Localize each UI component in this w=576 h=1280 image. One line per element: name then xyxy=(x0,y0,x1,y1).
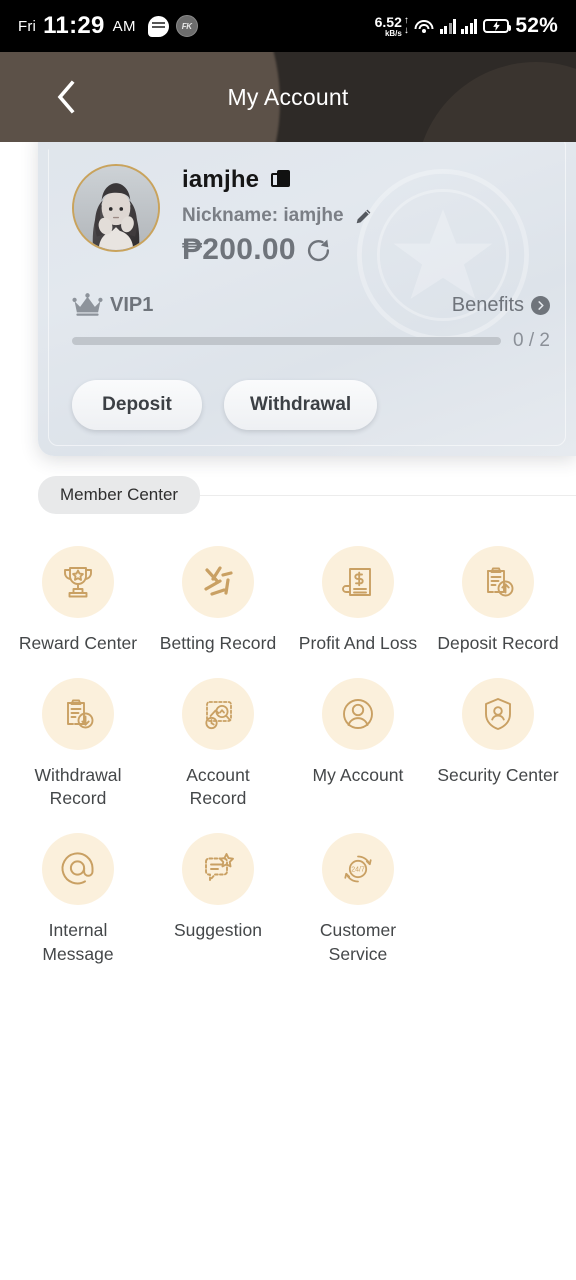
chart-magnifier-clock-icon xyxy=(182,677,254,750)
vip-progress-row: 0 / 2 xyxy=(72,330,576,352)
tile-betting-record[interactable]: Betting Record xyxy=(148,546,288,656)
clipboard-down-arrow-icon xyxy=(42,677,114,750)
vip-level: VIP1 xyxy=(110,293,154,316)
tile-withdrawal-record[interactable]: Withdrawal Record xyxy=(8,677,148,811)
tile-label: Withdrawal Record xyxy=(34,764,122,809)
identity-row: iamjhe Nickname: iamjhe ₱200.00 xyxy=(72,164,576,267)
tile-account-record[interactable]: Account Record xyxy=(148,677,288,811)
network-speed-values: 6.52 kB/s xyxy=(375,15,402,38)
network-speed-value: 6.52 xyxy=(374,13,402,30)
tile-security-center[interactable]: Security Center xyxy=(428,677,568,811)
chevron-left-icon xyxy=(57,80,75,114)
chat-bubble-icon xyxy=(147,15,169,37)
chevron-right-circle-icon xyxy=(531,295,550,315)
balance-amount: ₱200.00 xyxy=(182,233,296,266)
tile-profit-and-loss[interactable]: Profit And Loss xyxy=(288,546,428,656)
refresh-icon[interactable] xyxy=(306,238,331,263)
status-bar-left: Fri 11:29 AM FK xyxy=(18,12,198,40)
tile-label: Suggestion xyxy=(173,919,263,940)
tile-label: My Account xyxy=(312,764,404,785)
tab-member-center[interactable]: Member Center xyxy=(38,476,201,514)
tile-label: Betting Record xyxy=(159,633,277,653)
copy-icon[interactable] xyxy=(271,169,291,191)
crown-icon xyxy=(72,293,103,316)
trophy-icon xyxy=(42,546,114,618)
signal-bars-icon xyxy=(439,18,478,34)
battery-percent: 52% xyxy=(515,14,558,37)
at-sign-icon xyxy=(42,832,114,905)
chat-star-icon xyxy=(182,832,254,905)
tile-label: Deposit Record xyxy=(437,633,559,653)
tile-label: Internal Message xyxy=(42,919,114,964)
vip-row: VIP1 Benefits xyxy=(72,293,576,317)
person-circle-icon xyxy=(322,677,394,750)
username: iamjhe xyxy=(182,166,260,193)
pencil-icon[interactable] xyxy=(355,208,372,225)
member-center-section: Member Center Reward Center Betting Reco… xyxy=(0,456,576,967)
tile-label: Security Center xyxy=(437,764,559,785)
network-speed-unit: kB/s xyxy=(384,28,402,38)
betting-sticks-icon xyxy=(182,546,254,618)
network-arrows-icon: ↑ ↓ xyxy=(403,15,409,37)
section-divider xyxy=(200,494,576,496)
back-button[interactable] xyxy=(38,69,94,125)
benefits-label: Benefits xyxy=(451,293,524,316)
document-dollar-icon xyxy=(322,546,394,618)
status-day: Fri xyxy=(18,17,37,35)
avatar[interactable] xyxy=(72,164,160,252)
benefits-link[interactable]: Benefits xyxy=(452,294,550,317)
app-header: My Account xyxy=(0,52,576,142)
tile-label: Reward Center xyxy=(18,633,138,653)
identity-text: iamjhe Nickname: iamjhe ₱200.00 xyxy=(182,164,372,267)
clipboard-up-arrow-icon xyxy=(462,546,534,618)
status-time: 11:29 xyxy=(43,12,105,39)
shield-person-icon xyxy=(462,677,534,750)
tile-suggestion[interactable]: Suggestion xyxy=(148,832,288,966)
tile-deposit-record[interactable]: Deposit Record xyxy=(428,546,568,656)
support-247-icon: 24/7 xyxy=(322,832,394,905)
status-bar: Fri 11:29 AM FK 6.52 kB/s ↑ ↓ 52% xyxy=(0,0,576,52)
battery-charging-icon xyxy=(483,19,512,33)
tile-label: Customer Service xyxy=(319,919,397,964)
vip-progress-bar xyxy=(72,337,502,345)
profile-card-zone: iamjhe Nickname: iamjhe ₱200.00 VIP1 Ben… xyxy=(0,126,576,456)
tile-my-account[interactable]: My Account xyxy=(288,677,428,811)
tile-customer-service[interactable]: 24/7 Customer Service xyxy=(288,832,428,966)
download-arrow-icon: ↓ xyxy=(403,25,409,36)
vip-progress-text: 0 / 2 xyxy=(513,330,550,351)
network-speed-indicator: 6.52 kB/s ↑ ↓ xyxy=(375,15,409,38)
svg-text:24/7: 24/7 xyxy=(351,866,365,873)
fk-badge-icon: FK xyxy=(175,15,198,37)
profile-card: iamjhe Nickname: iamjhe ₱200.00 VIP1 Ben… xyxy=(38,126,576,456)
tile-reward-center[interactable]: Reward Center xyxy=(8,546,148,656)
tile-label: Profit And Loss xyxy=(298,633,418,653)
action-buttons: Deposit Withdrawal xyxy=(72,380,576,430)
wifi-icon xyxy=(414,19,434,34)
section-header: Member Center xyxy=(0,476,576,514)
tile-label: Account Record xyxy=(186,764,250,809)
member-center-grid: Reward Center Betting Record Profit And … xyxy=(0,514,576,966)
status-ampm: AM xyxy=(112,17,136,35)
status-bar-right: 6.52 kB/s ↑ ↓ 52% xyxy=(375,14,558,38)
withdrawal-button[interactable]: Withdrawal xyxy=(224,380,378,430)
nickname-label: Nickname: iamjhe xyxy=(182,205,344,226)
deposit-button[interactable]: Deposit xyxy=(72,380,202,430)
tile-internal-message[interactable]: Internal Message xyxy=(8,832,148,966)
